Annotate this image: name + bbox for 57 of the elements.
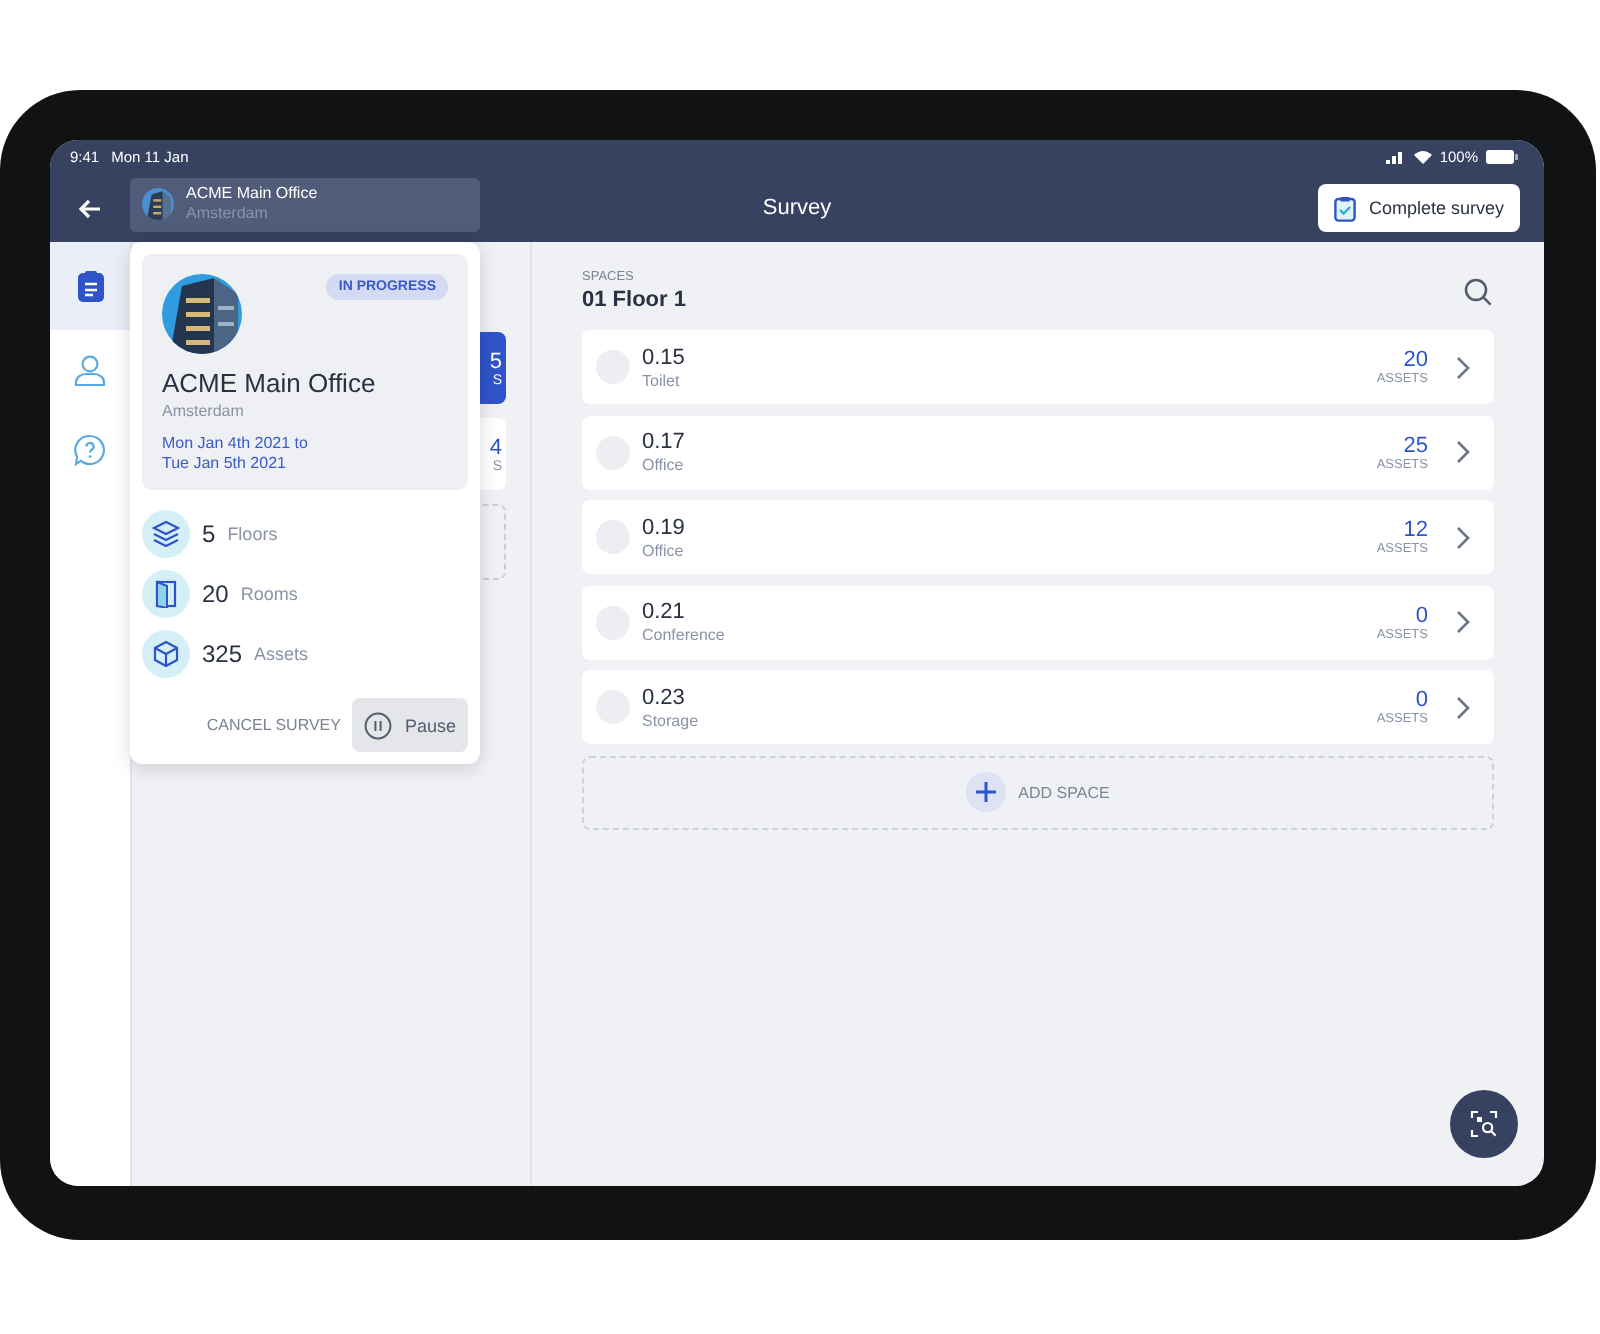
space-type: Conference — [642, 626, 727, 644]
wifi-icon — [1413, 150, 1432, 164]
back-arrow-icon — [78, 197, 102, 219]
screen-title: Survey — [762, 196, 832, 220]
chevron-right-icon — [1456, 440, 1470, 464]
stat-label: Rooms — [240, 584, 298, 604]
chevron-right-icon — [1456, 355, 1470, 379]
space-type: Office — [642, 541, 686, 559]
floor-title: 01 Floor 1 — [582, 288, 688, 312]
asset-count: 0 — [1415, 688, 1428, 712]
site-name: ACME Main Office — [162, 368, 378, 398]
pause-icon — [364, 711, 393, 739]
help-icon — [74, 434, 106, 466]
floor-count: 4 — [489, 435, 502, 459]
clipboard-check-icon — [1334, 195, 1357, 221]
clipboard-icon — [77, 270, 103, 302]
space-number: 0.23 — [642, 685, 687, 711]
plus-icon — [966, 772, 1007, 812]
search-icon — [1464, 277, 1492, 305]
space-number: 0.15 — [642, 345, 687, 371]
cancel-survey-button[interactable]: CANCEL SURVEY — [206, 716, 341, 734]
chevron-right-icon — [1456, 525, 1470, 549]
location-selector[interactable]: ACME Main Office Amsterdam — [130, 177, 480, 231]
sidebar-item[interactable] — [50, 242, 130, 330]
stat-icon — [142, 630, 190, 678]
stat-icon — [142, 570, 190, 618]
chevron-right-icon — [1456, 695, 1470, 719]
survey-dates: Mon Jan 4th 2021 to Tue Jan 5th 2021 — [162, 434, 310, 472]
asset-count: 12 — [1403, 518, 1428, 542]
stat-icon — [142, 510, 190, 558]
space-type: Toilet — [642, 371, 682, 389]
floor-count: 5 — [489, 349, 502, 373]
stat-count: 5 — [202, 520, 216, 548]
space-number: 0.21 — [642, 600, 687, 626]
site-city: Amsterdam — [162, 402, 246, 420]
location-city: Amsterdam — [186, 204, 268, 224]
pause-button[interactable]: Pause — [352, 698, 468, 752]
scan-search-icon — [1470, 1110, 1498, 1138]
stat-label: Floors — [227, 524, 278, 544]
asset-count: 25 — [1403, 433, 1428, 457]
complete-survey-button[interactable]: Complete survey — [1318, 184, 1520, 232]
stat-count: 20 — [202, 580, 229, 608]
location-name: ACME Main Office — [186, 184, 318, 204]
asset-count: 20 — [1403, 348, 1428, 372]
space-type: Office — [642, 456, 686, 474]
space-number: 0.19 — [642, 515, 687, 541]
space-number: 0.17 — [642, 430, 687, 456]
search-button[interactable] — [1462, 275, 1494, 307]
battery-icon — [1486, 150, 1518, 164]
space-type: Storage — [642, 711, 701, 729]
signal-icon — [1385, 150, 1406, 164]
person-icon — [74, 354, 106, 386]
stat-count: 325 — [202, 640, 243, 668]
stat-label: Assets — [254, 644, 309, 664]
asset-count: 0 — [1415, 603, 1428, 627]
chevron-right-icon — [1456, 610, 1470, 634]
scan-button[interactable] — [1450, 1090, 1518, 1158]
